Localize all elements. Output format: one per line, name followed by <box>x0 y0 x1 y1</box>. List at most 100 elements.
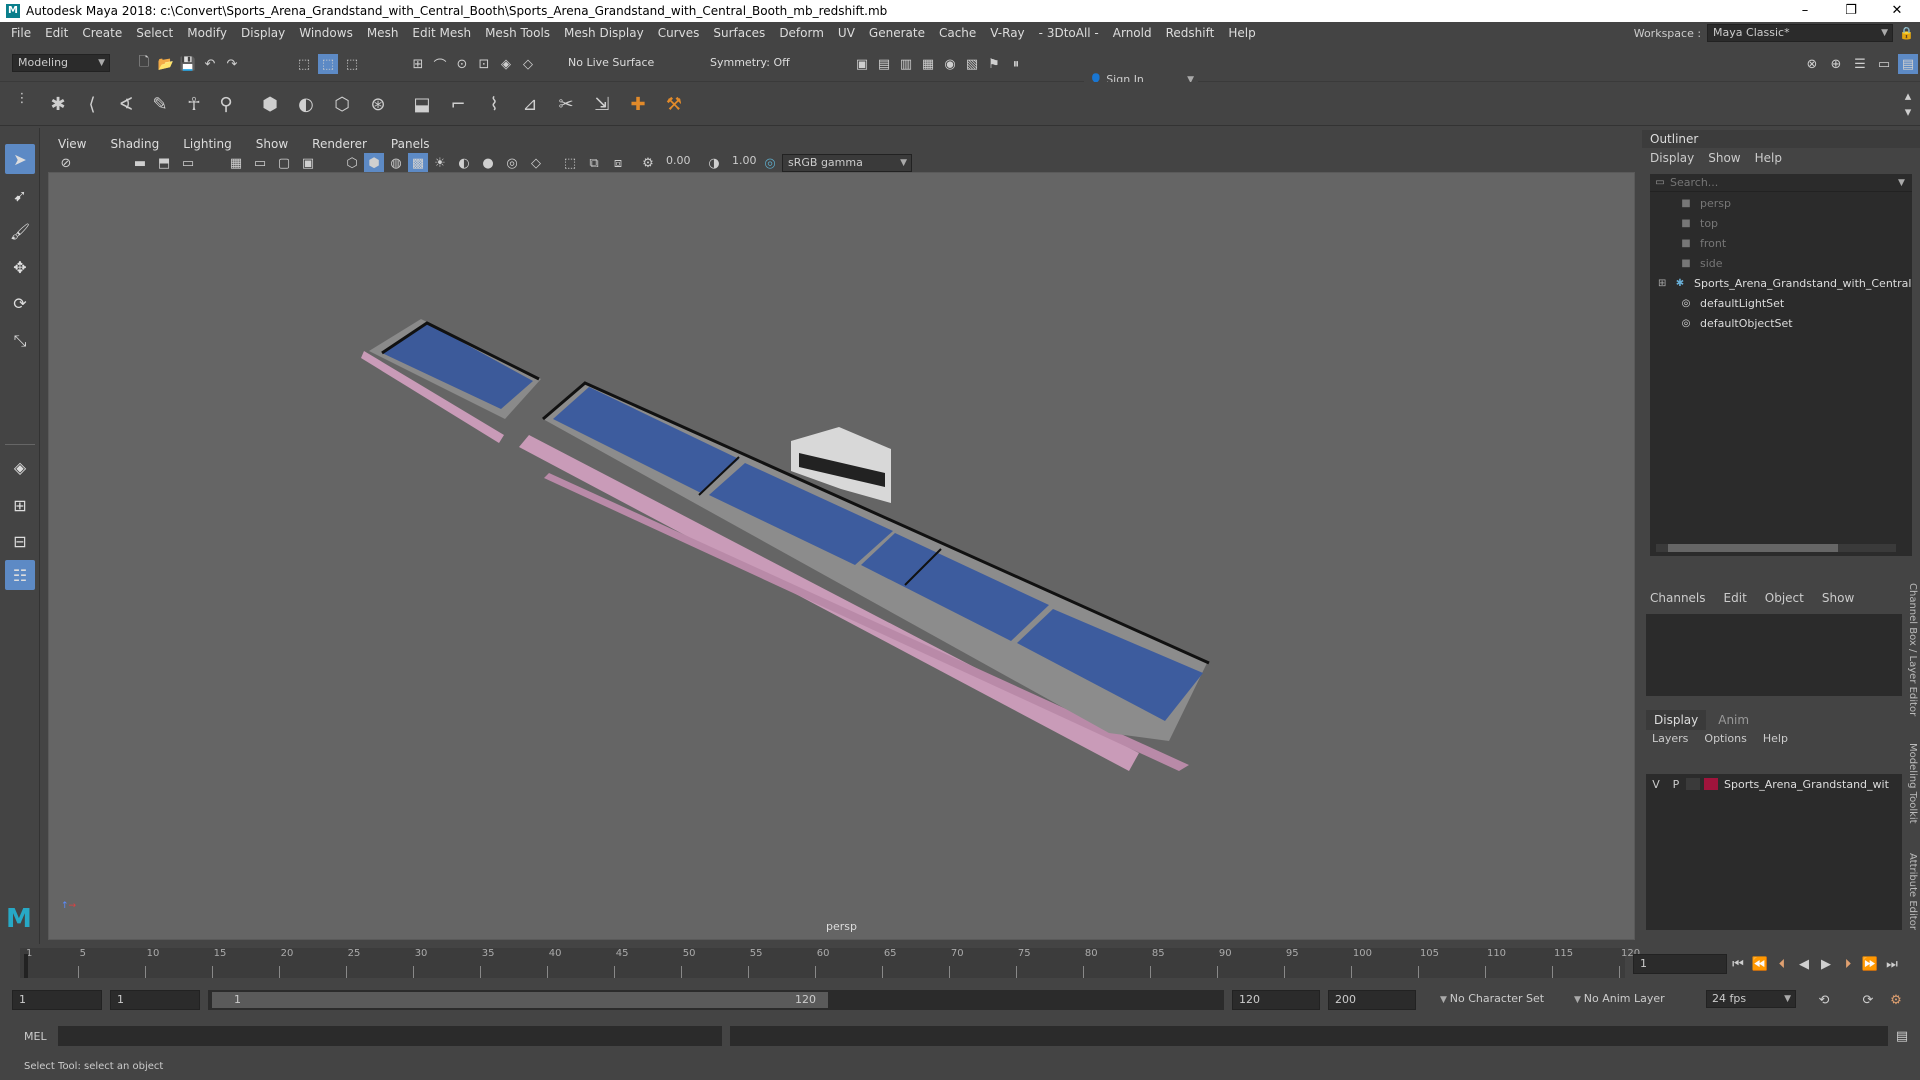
menu-generate[interactable]: Generate <box>862 26 932 40</box>
channel-menu-channels[interactable]: Channels <box>1650 588 1706 608</box>
layer-menu-options[interactable]: Options <box>1704 730 1746 748</box>
layer-editor-icon[interactable]: ▤ <box>1898 54 1918 74</box>
lock-icon[interactable]: 🔒 <box>1899 26 1914 40</box>
redshift-icon[interactable]: ⚑ <box>984 54 1004 74</box>
menu-edit-mesh[interactable]: Edit Mesh <box>405 26 478 40</box>
menu-vray[interactable]: V-Ray <box>983 26 1031 40</box>
anim-layer-dropdown[interactable]: ▼ No Anim Layer <box>1574 992 1665 1005</box>
select-component-icon[interactable]: ⬚ <box>342 54 362 74</box>
pause-icon[interactable]: ⏸ <box>1006 54 1026 74</box>
textured-icon[interactable]: ▩ <box>408 153 428 173</box>
snap-edge-icon[interactable]: ◇ <box>518 54 538 74</box>
outliner-item-defaultlightset[interactable]: ◎ defaultLightSet <box>1678 294 1912 314</box>
menu-modify[interactable]: Modify <box>180 26 234 40</box>
paint-select-tool-icon[interactable]: 🖌 <box>5 216 35 246</box>
perspective-viewport[interactable]: ↑→ persp <box>48 172 1635 940</box>
snap-point-icon[interactable]: ⊙ <box>452 54 472 74</box>
outliner-item-front[interactable]: ■ front <box>1678 234 1912 254</box>
polygon-sphere-icon[interactable]: ◐ <box>296 94 316 115</box>
menu-help[interactable]: Help <box>1221 26 1262 40</box>
layer-menu-help[interactable]: Help <box>1763 730 1788 748</box>
outliner-item-top[interactable]: ■ top <box>1678 214 1912 234</box>
render-frame-icon[interactable]: ▣ <box>852 54 872 74</box>
skeleton-icon[interactable]: ⚲ <box>216 94 236 115</box>
combine-icon[interactable]: ✚ <box>628 94 648 115</box>
single-perspective-layout-icon[interactable]: ◈ <box>5 452 35 482</box>
image-plane-icon[interactable]: ▭ <box>178 153 198 173</box>
workspace-dropdown[interactable]: Maya Classic* ▼ <box>1707 24 1894 42</box>
gate-mask-icon[interactable]: ▣ <box>298 153 318 173</box>
range-slider[interactable]: 1 120 <box>208 990 1224 1010</box>
polygon-plane-icon[interactable]: ⊛ <box>368 94 388 115</box>
snap-grid-icon[interactable]: ⊞ <box>408 54 428 74</box>
script-editor-icon[interactable]: ▤ <box>1892 1026 1912 1046</box>
render-view-icon[interactable]: ▧ <box>962 54 982 74</box>
step-forward-frame-icon[interactable]: ⏵ <box>1838 954 1858 974</box>
hypershade-icon[interactable]: ◉ <box>940 54 960 74</box>
wireframe-icon[interactable]: ⬡ <box>342 153 362 173</box>
scroll-down-icon[interactable]: ▾ <box>1898 102 1918 122</box>
restore-button[interactable]: ❐ <box>1828 0 1874 22</box>
attribute-editor-icon[interactable]: ⊕ <box>1826 54 1846 74</box>
step-forward-key-icon[interactable]: ⏩ <box>1860 954 1880 974</box>
outliner-menu-display[interactable]: Display <box>1650 148 1694 168</box>
outliner-item-persp[interactable]: ■ persp <box>1678 194 1912 214</box>
menu-mesh-tools[interactable]: Mesh Tools <box>478 26 557 40</box>
time-ruler[interactable]: 1 5 10 15 20 25 30 35 40 45 50 55 60 65 70 75 80 85 90 95 10… <box>20 948 1640 978</box>
menu-mesh-display[interactable]: Mesh Display <box>557 26 651 40</box>
outliner-item-grandstand[interactable]: ⊞ ✱ Sports_Arena_Grandstand_with_Central <box>1658 274 1912 294</box>
tab-anim[interactable]: Anim <box>1710 710 1757 730</box>
use-all-lights-icon[interactable]: ☀ <box>430 153 450 173</box>
move-tool-icon[interactable]: ✥ <box>5 252 35 282</box>
bridge-icon[interactable]: ⌇ <box>484 94 504 115</box>
wireframe-on-shaded-icon[interactable]: ◍ <box>386 153 406 173</box>
polygon-cylinder-icon[interactable]: ⬡ <box>332 94 352 115</box>
shadows-icon[interactable]: ◐ <box>454 153 474 173</box>
lasso-tool-icon[interactable]: ➹ <box>5 180 35 210</box>
gamma-icon[interactable]: ◑ <box>704 153 724 173</box>
menu-cache[interactable]: Cache <box>932 26 983 40</box>
menu-uv[interactable]: UV <box>831 26 862 40</box>
four-view-layout-icon[interactable]: ⊞ <box>5 490 35 520</box>
layer-row[interactable]: V P Sports_Arena_Grandstand_wit <box>1646 774 1902 794</box>
new-scene-icon[interactable]: 🗋 <box>134 54 154 74</box>
panel-menu-lighting[interactable]: Lighting <box>171 137 244 151</box>
ipr-render-icon[interactable]: ▥ <box>896 54 916 74</box>
save-scene-icon[interactable]: 💾 <box>178 54 198 74</box>
panel-menu-show[interactable]: Show <box>244 137 300 151</box>
motion-blur-icon[interactable]: ◎ <box>502 153 522 173</box>
play-backwards-icon[interactable]: ◀ <box>1794 954 1814 974</box>
script-language-toggle[interactable]: MEL <box>24 1030 47 1043</box>
isolate-select-icon[interactable]: ⬚ <box>560 153 580 173</box>
command-input[interactable] <box>58 1026 722 1046</box>
live-surface-label[interactable]: No Live Surface <box>568 56 654 69</box>
channel-menu-edit[interactable]: Edit <box>1724 588 1747 608</box>
go-to-end-icon[interactable]: ⏭ <box>1882 954 1902 974</box>
fps-dropdown[interactable]: 24 fps ▼ <box>1706 990 1796 1008</box>
open-scene-icon[interactable]: 📂 <box>156 54 176 74</box>
append-icon[interactable]: ⊿ <box>520 94 540 115</box>
menu-windows[interactable]: Windows <box>292 26 360 40</box>
layer-playback-toggle[interactable]: P <box>1666 778 1686 791</box>
scrollbar-thumb[interactable] <box>1668 544 1838 552</box>
outliner-menu-show[interactable]: Show <box>1708 148 1740 168</box>
side-tab-attribute-editor[interactable]: Attribute Editor <box>1900 846 1918 936</box>
separate-icon[interactable]: ⚒ <box>664 94 684 115</box>
playback-start-field[interactable]: 1 <box>110 990 200 1010</box>
close-button[interactable]: ✕ <box>1874 0 1920 22</box>
color-management-icon[interactable]: ◎ <box>760 153 780 173</box>
scene-start-field[interactable]: 1 <box>12 990 102 1010</box>
polygon-cube-icon[interactable]: ⬢ <box>260 94 280 115</box>
xray-joints-icon[interactable]: ⧈ <box>608 153 628 173</box>
panel-menu-view[interactable]: View <box>46 137 98 151</box>
multicut-icon[interactable]: ✂ <box>556 94 576 115</box>
animation-preferences-icon[interactable]: ⚙ <box>1886 990 1906 1010</box>
step-back-frame-icon[interactable]: ⏴ <box>1772 954 1792 974</box>
expand-icon[interactable]: ⊞ <box>1658 274 1672 294</box>
outliner-horizontal-scrollbar[interactable] <box>1656 544 1896 552</box>
playback-end-field[interactable]: 120 <box>1232 990 1320 1010</box>
channel-menu-show[interactable]: Show <box>1822 588 1854 608</box>
scale-tool-icon[interactable]: ⤡ <box>5 326 35 356</box>
snap-surface-icon[interactable]: ◈ <box>496 54 516 74</box>
scene-end-field[interactable]: 200 <box>1328 990 1416 1010</box>
